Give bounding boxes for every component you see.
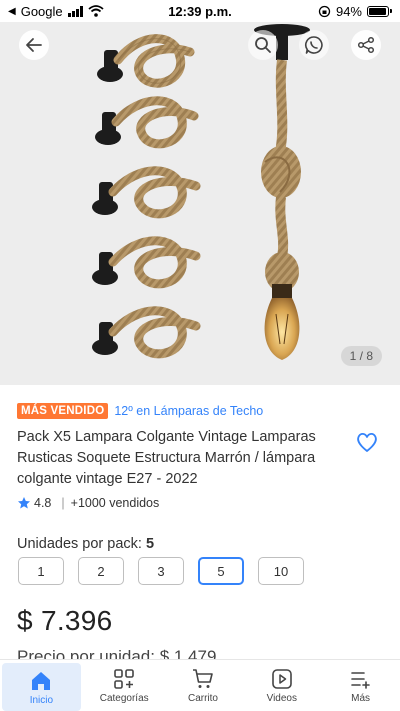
- categories-icon: [114, 669, 134, 689]
- back-arrow-icon: [26, 38, 42, 52]
- nav-label-carrito: Carrito: [187, 693, 218, 704]
- pack-options: 1 2 3 5 10: [18, 557, 383, 585]
- signal-icon: [67, 5, 83, 17]
- status-right: 94%: [318, 4, 392, 19]
- back-app-label: Google: [20, 3, 63, 19]
- category-rank-link[interactable]: 12º en Lámparas de Techo: [114, 404, 263, 418]
- nav-videos[interactable]: Videos: [242, 660, 321, 711]
- nav-label-mas: Más: [351, 693, 371, 704]
- back-button[interactable]: [19, 30, 49, 60]
- coil-2: [95, 96, 199, 149]
- status-left[interactable]: ◀ Google: [8, 4, 104, 19]
- heart-icon[interactable]: [354, 429, 380, 455]
- star-icon: [18, 497, 30, 509]
- hanging-lamp: [254, 24, 310, 360]
- nav-label-categorias: Categorías: [99, 693, 149, 704]
- share-icon: [357, 36, 375, 54]
- nav-label-inicio: Inicio: [29, 694, 54, 706]
- product-gallery[interactable]: 1 / 8: [0, 22, 400, 385]
- product-title: Pack X5 Lampara Colgante Vintage Lampara…: [17, 429, 316, 487]
- whatsapp-icon: [305, 36, 323, 54]
- coil-5: [92, 306, 201, 359]
- divider: |: [61, 496, 65, 510]
- share-button[interactable]: [351, 30, 381, 60]
- price: $ 7.396: [17, 605, 113, 636]
- product-image: [92, 24, 310, 360]
- orientation-lock-icon: [318, 5, 331, 17]
- cart-icon: [192, 669, 213, 688]
- units-label-text: Unidades por pack:: [17, 536, 142, 552]
- units-per-pack-label: Unidades por pack: 5: [17, 536, 383, 552]
- search-icon: [255, 37, 271, 53]
- home-icon: [32, 671, 51, 690]
- whatsapp-button[interactable]: [299, 30, 329, 60]
- battery-icon: [367, 5, 392, 17]
- pack-option-3[interactable]: 3: [138, 557, 184, 585]
- coil-3: [92, 166, 201, 219]
- rating-row[interactable]: 4.8 | +1000 vendidos: [17, 496, 383, 510]
- status-bar: ◀ Google 12:39 p.m. 94%: [0, 0, 400, 22]
- back-caret-icon: ◀: [8, 5, 16, 17]
- pack-option-2[interactable]: 2: [78, 557, 124, 585]
- battery-percent: 94%: [335, 3, 362, 19]
- coil-1: [97, 34, 195, 88]
- product-info: MÁS VENDIDO 12º en Lámparas de Techo Pac…: [0, 385, 400, 667]
- rating-value: 4.8: [34, 496, 52, 510]
- search-button[interactable]: [248, 30, 278, 60]
- video-icon: [271, 669, 292, 689]
- nav-mas[interactable]: Más: [321, 660, 400, 711]
- bottom-navigation: Inicio Categorías Carrito Videos Más: [0, 659, 400, 711]
- nav-inicio[interactable]: Inicio: [2, 663, 81, 711]
- units-selected-value: 5: [145, 536, 155, 552]
- pack-option-5[interactable]: 5: [198, 557, 244, 585]
- wifi-icon: [88, 5, 104, 17]
- nav-label-videos: Videos: [266, 693, 297, 704]
- pack-option-1[interactable]: 1: [18, 557, 64, 585]
- best-seller-badge: MÁS VENDIDO: [17, 403, 109, 419]
- pack-option-10[interactable]: 10: [258, 557, 304, 585]
- nav-categorias[interactable]: Categorías: [85, 660, 164, 711]
- coil-4: [92, 236, 201, 289]
- nav-carrito[interactable]: Carrito: [164, 660, 243, 711]
- sold-count: +1000 vendidos: [70, 496, 160, 510]
- image-counter: 1 / 8: [340, 346, 382, 366]
- menu-more-icon: [350, 672, 370, 689]
- badge-row: MÁS VENDIDO 12º en Lámparas de Techo: [17, 402, 383, 420]
